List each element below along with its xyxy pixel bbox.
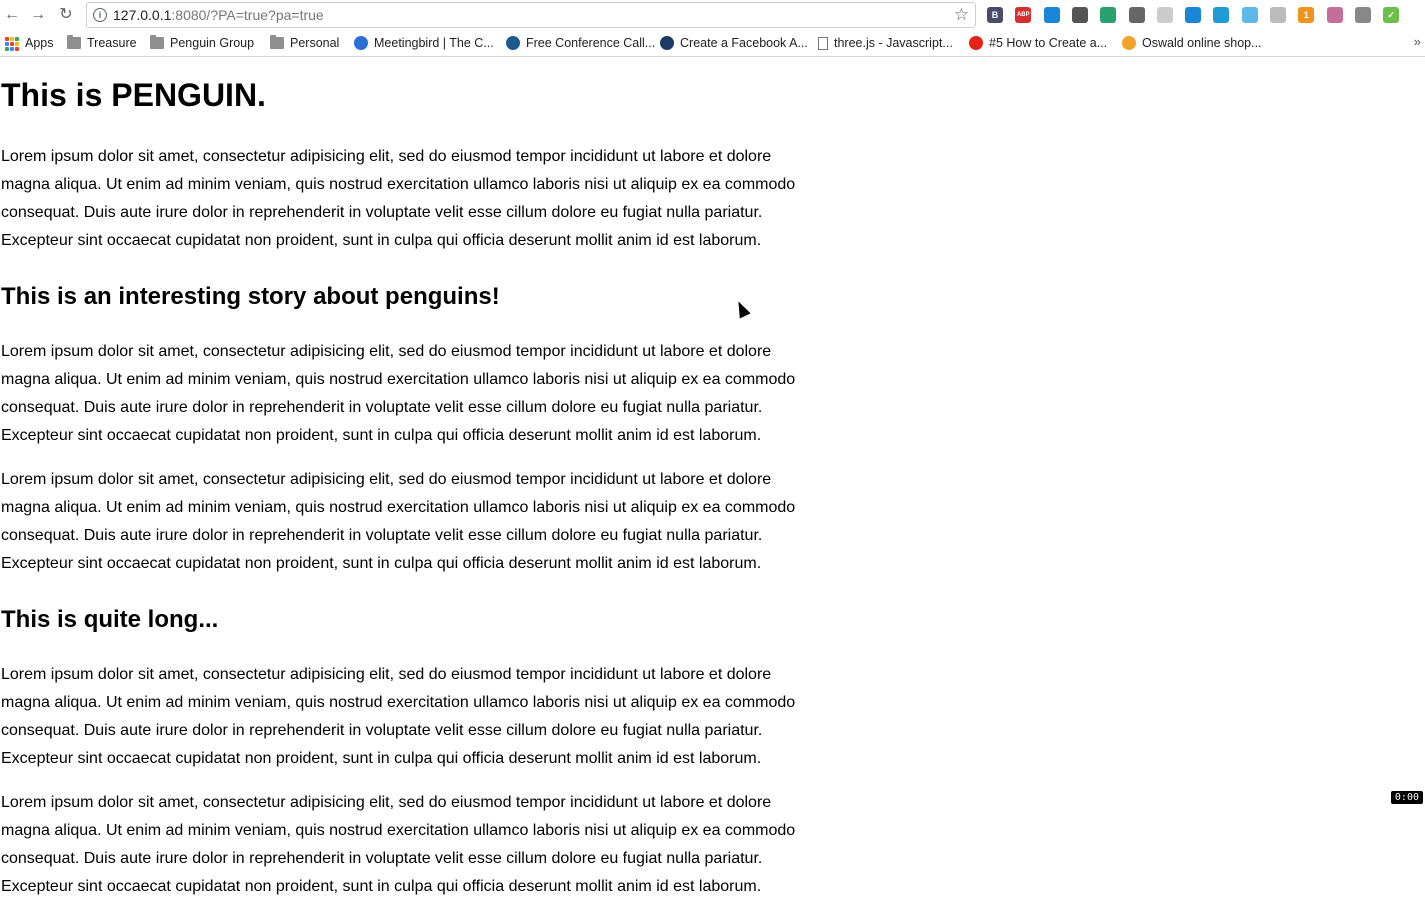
facebook-ad-icon [660, 36, 674, 50]
url-host: 127.0.0.1 [113, 7, 172, 23]
paragraph: Lorem ipsum dolor sit amet, consectetur … [1, 343, 796, 444]
bookmark-label: Free Conference Call... [526, 36, 656, 50]
bookmark-label: Penguin Group [170, 36, 255, 50]
browser-chrome: ← → ↻ i 127.0.0.1:8080/?PA=true?pa=true … [0, 0, 1425, 57]
address-bar[interactable]: i 127.0.0.1:8080/?PA=true?pa=true ☆ [86, 2, 976, 28]
page-title: This is PENGUIN. [1, 77, 266, 113]
page-icon [818, 36, 828, 50]
bookmark-item[interactable]: three.js - Javascript... [818, 34, 953, 52]
bookmark-item[interactable]: Treasure [67, 34, 137, 52]
page-content: This is PENGUIN. Lorem ipsum dolor sit a… [1, 57, 801, 901]
green-check-icon[interactable]: ✓ [1383, 7, 1400, 23]
bookmark-label: Oswald online shop... [1142, 36, 1262, 50]
recording-timer: 0:00 [1390, 791, 1423, 804]
orange-badge-icon[interactable]: 1 [1298, 7, 1315, 23]
bookmark-label: #5 How to Create a... [989, 36, 1108, 50]
url-path: :8080/?PA=true?pa=true [171, 7, 324, 23]
browser-toolbar: ← → ↻ i 127.0.0.1:8080/?PA=true?pa=true … [0, 0, 1425, 31]
trello-board-icon[interactable] [1185, 7, 1202, 23]
bookmark-label: three.js - Javascript... [834, 36, 953, 50]
oswald-icon [1122, 36, 1136, 50]
folder-icon [150, 35, 164, 49]
info-icon[interactable]: i [93, 8, 107, 22]
section-heading: This is quite long... [1, 606, 219, 633]
green-globe-icon[interactable] [1100, 7, 1117, 23]
trello-ext-icon[interactable] [1043, 7, 1060, 23]
pocket-icon[interactable] [1071, 7, 1088, 23]
bootstrap-ext-icon[interactable]: B [987, 7, 1003, 23]
folder-icon [270, 35, 284, 49]
forward-button[interactable]: → [28, 5, 48, 25]
bookmarks-bar: Apps Treasure Penguin Group Personal Meeting… [0, 31, 1425, 55]
bookmark-item[interactable]: Apps [5, 34, 54, 52]
bookmark-label: Treasure [87, 36, 137, 50]
bookmark-item[interactable]: Meetingbird | The C... [354, 34, 494, 52]
bookmark-item[interactable]: Oswald online shop... [1122, 34, 1262, 52]
bookmark-star-icon[interactable]: ☆ [954, 5, 969, 25]
bookmark-item[interactable]: Create a Facebook A... [660, 34, 808, 52]
paragraph: Lorem ipsum dolor sit amet, consectetur … [1, 148, 796, 249]
section-heading: This is an interesting story about pengu… [1, 283, 500, 310]
paragraph: Lorem ipsum dolor sit amet, consectetur … [1, 666, 796, 767]
freeconference-icon [506, 36, 520, 50]
reload-button[interactable]: ↻ [56, 5, 76, 25]
youtube-icon [969, 36, 983, 50]
arrow-right-icon: → [30, 6, 46, 23]
bookmark-item[interactable]: Penguin Group [150, 34, 254, 52]
paragraph: Lorem ipsum dolor sit amet, consectetur … [1, 471, 796, 572]
bookmark-item[interactable]: Free Conference Call... [506, 34, 655, 52]
bookmarks-overflow-button[interactable]: » [1414, 34, 1421, 49]
back-button[interactable]: ← [2, 5, 22, 25]
unicorn-icon[interactable] [1326, 7, 1343, 23]
url-text[interactable]: 127.0.0.1:8080/?PA=true?pa=true [113, 7, 324, 24]
bookmark-item[interactable]: #5 How to Create a... [969, 34, 1107, 52]
eyedropper-icon[interactable] [1128, 7, 1145, 23]
reload-icon: ↻ [59, 6, 73, 23]
bookmark-label: Create a Facebook A... [680, 36, 808, 50]
bookmark-label: Meetingbird | The C... [374, 36, 494, 50]
arrow-left-icon: ← [4, 6, 20, 23]
meetingbird-icon [354, 36, 368, 50]
bookmark-label: Personal [290, 36, 340, 50]
bookmark-label: Apps [25, 36, 54, 50]
paragraph: Lorem ipsum dolor sit amet, consectetur … [1, 794, 796, 895]
apps-grid-icon [5, 37, 19, 51]
doc-icon[interactable] [1241, 7, 1258, 23]
bookmark-item[interactable]: Personal [270, 34, 339, 52]
grey-circle-icon[interactable] [1156, 7, 1173, 23]
grey-stack-icon[interactable] [1354, 7, 1371, 23]
adblock-plus-icon[interactable]: ABP [1015, 7, 1032, 23]
folder-icon [67, 35, 81, 49]
grey-doc-icon[interactable] [1270, 7, 1286, 23]
blue-card-icon[interactable] [1213, 7, 1230, 23]
